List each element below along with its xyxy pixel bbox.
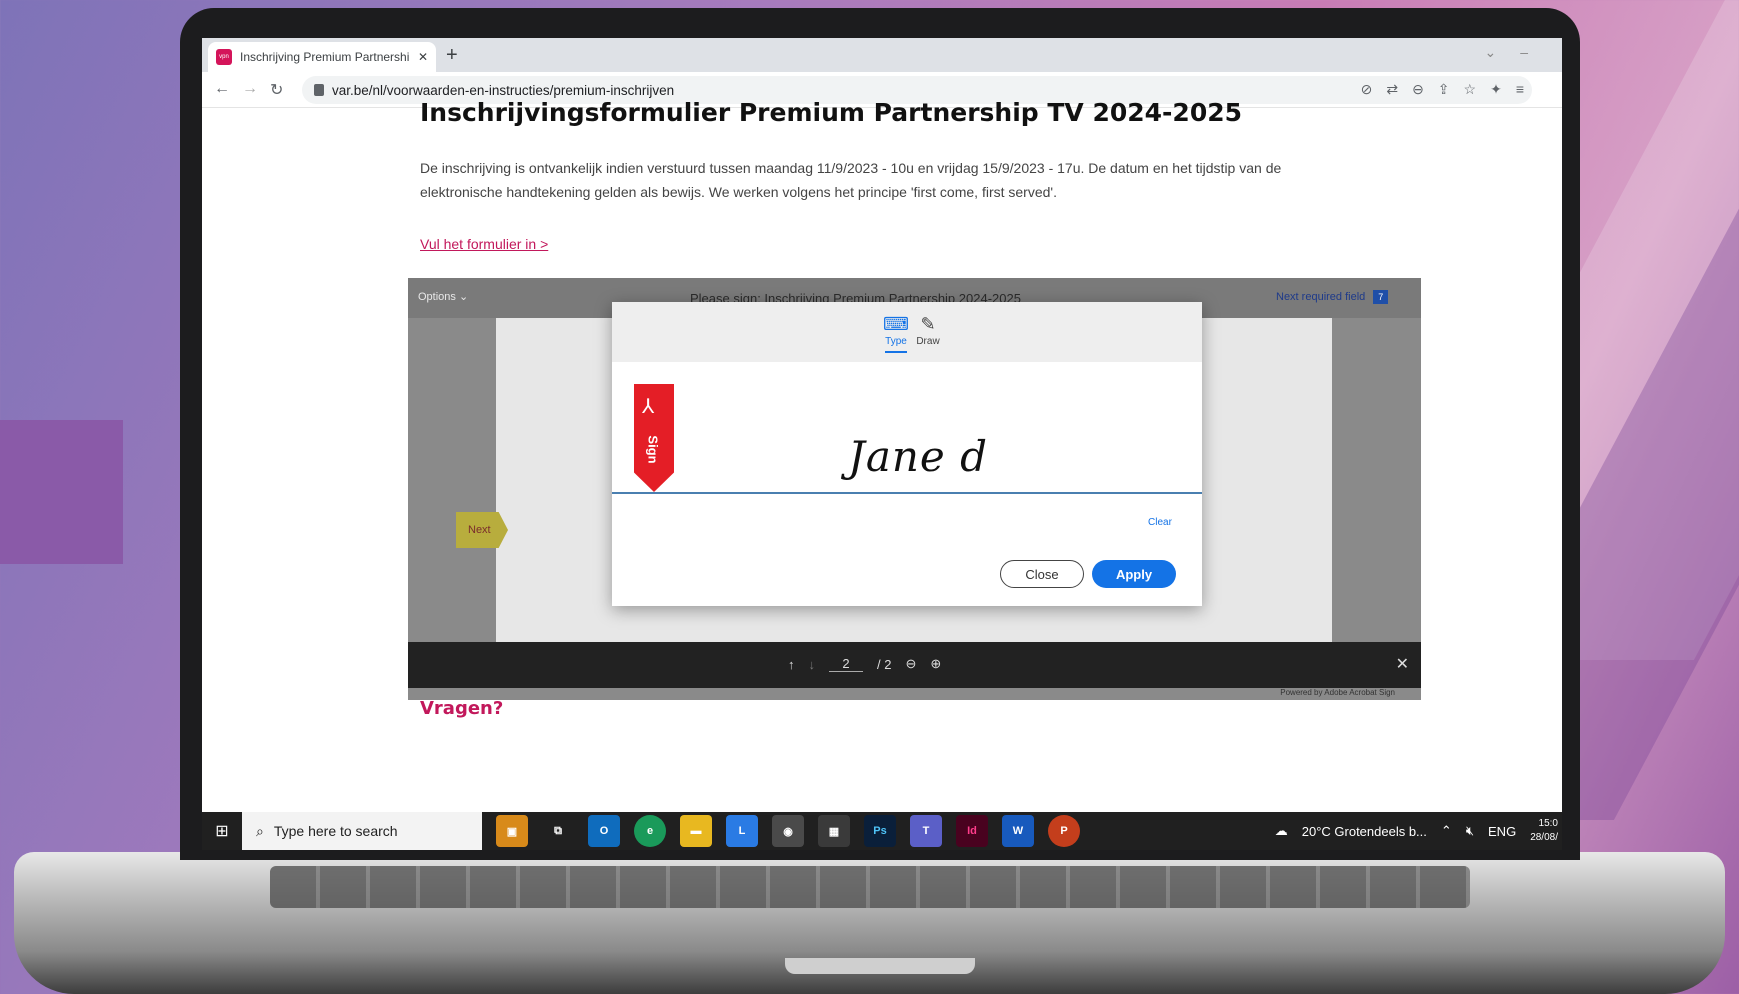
forward-icon[interactable]: → (242, 80, 258, 98)
tab-title: Inschrijving Premium Partnership (240, 50, 410, 64)
acrobat-logo-icon: ⅄ (642, 396, 655, 418)
windows-start-icon[interactable]: ⊞ (202, 821, 242, 841)
windows-taskbar: ⊞ ⌕ Type here to search ▣ ⧉ O e ▬ L ◉ ▦ … (202, 812, 1562, 850)
page-navigator: ↑ ↓ 2 / 2 ⊖ ⊕ (788, 656, 941, 672)
new-tab-button[interactable]: + (446, 44, 458, 67)
zoom-icon[interactable]: ⊖ (1412, 81, 1424, 98)
browser-tab-bar: vpn Inschrijving Premium Partnership ✕ +… (202, 38, 1562, 72)
tab-draw[interactable]: ✎ Draw (908, 314, 948, 347)
work-bag-icon[interactable]: ▣ (496, 815, 528, 847)
lock-icon (314, 84, 324, 96)
signature-dialog: ⌨ Type ✎ Draw ⅄ Sign Jane d Clear Close … (612, 302, 1202, 606)
laptop-keyboard (270, 866, 1470, 908)
options-menu[interactable]: Options ⌄ (418, 290, 468, 303)
page-number-input[interactable]: 2 (829, 656, 863, 672)
indesign-icon[interactable]: Id (956, 815, 988, 847)
reload-icon[interactable]: ↻ (270, 80, 283, 100)
language-indicator[interactable]: ENG (1488, 824, 1516, 839)
close-button[interactable]: Close (1000, 560, 1084, 588)
url-text: var.be/nl/voorwaarden-en-instructies/pre… (332, 82, 675, 98)
apply-button[interactable]: Apply (1092, 560, 1176, 588)
browser-tab[interactable]: vpn Inschrijving Premium Partnership ✕ (208, 42, 436, 72)
weather-text[interactable]: 20°C Grotendeels b... (1302, 824, 1427, 839)
file-explorer-icon[interactable]: ▬ (680, 815, 712, 847)
signature-mode-tabs: ⌨ Type ✎ Draw (612, 302, 1202, 362)
intro-text: De inschrijving is ontvankelijk indien v… (420, 160, 1282, 200)
store-icon[interactable]: ▦ (818, 815, 850, 847)
signature-input[interactable]: Jane d (848, 432, 988, 481)
zoom-in-icon[interactable]: ⊕ (930, 656, 941, 672)
powerpoint-icon[interactable]: P (1048, 815, 1080, 847)
tracking-icon[interactable]: ⊘ (1361, 81, 1373, 98)
task-view-icon[interactable]: ⧉ (542, 815, 574, 847)
page-title: Inschrijvingsformulier Premium Partnersh… (420, 98, 1243, 127)
teams-icon[interactable]: T (910, 815, 942, 847)
word-icon[interactable]: W (1002, 815, 1034, 847)
pen-icon: ✎ (920, 314, 936, 334)
zoom-out-icon[interactable]: ⊖ (905, 656, 916, 672)
translate-icon[interactable]: ⇄ (1386, 81, 1398, 98)
close-viewer-icon[interactable]: ✕ (1396, 654, 1409, 674)
sign-tag-label: Sign (645, 435, 661, 464)
taskbar-apps: ▣ ⧉ O e ▬ L ◉ ▦ Ps T Id W P (496, 815, 1080, 847)
extensions-icon[interactable]: ✦ (1490, 81, 1502, 98)
questions-heading: Vragen? (420, 698, 504, 719)
photoshop-icon[interactable]: Ps (864, 815, 896, 847)
signature-line (612, 492, 1202, 494)
weather-icon: ☁ (1274, 823, 1288, 838)
system-tray: ☁ 20°C Grotendeels b... ⌃ 🔇︎ ENG 15:0 28… (1275, 812, 1558, 850)
outlook-icon[interactable]: O (588, 815, 620, 847)
required-count-badge: 7 (1373, 290, 1389, 304)
chrome-icon[interactable]: ◉ (772, 815, 804, 847)
search-icon: ⌕ (256, 822, 264, 839)
search-placeholder: Type here to search (273, 823, 398, 839)
site-favicon-icon: vpn (216, 49, 232, 65)
window-controls[interactable]: ⌄– (1484, 44, 1552, 61)
clock-time: 15:0 (1538, 818, 1558, 829)
volume-muted-icon[interactable]: 🔇︎ (1466, 823, 1474, 839)
chevron-up-icon[interactable]: ⌃ (1441, 823, 1452, 839)
clock-date: 28/08/ (1530, 832, 1558, 843)
share-icon[interactable]: ⇪ (1438, 81, 1450, 98)
reading-list-icon[interactable]: ≡ (1516, 81, 1524, 98)
arrow-up-icon[interactable]: ↑ (788, 657, 795, 672)
laptop-screen: vpn Inschrijving Premium Partnership ✕ +… (202, 38, 1562, 850)
l-app-icon[interactable]: L (726, 815, 758, 847)
back-icon[interactable]: ← (214, 80, 230, 98)
signer-footer: ↑ ↓ 2 / 2 ⊖ ⊕ ✕ (408, 642, 1421, 688)
clock[interactable]: 15:0 28/08/ (1530, 817, 1558, 845)
fill-form-link[interactable]: Vul het formulier in > (420, 236, 548, 252)
address-bar-actions: ⊘ ⇄ ⊖ ⇪ ☆ ✦ ≡ (1361, 81, 1524, 98)
adobe-sign-tag: ⅄ Sign (634, 384, 674, 492)
powered-by: Powered by Adobe Acrobat Sign (1280, 688, 1395, 697)
tab-close-icon[interactable]: ✕ (418, 50, 428, 64)
taskbar-search[interactable]: ⌕ Type here to search (242, 812, 482, 850)
edge-icon[interactable]: e (634, 815, 666, 847)
next-field-button[interactable]: Next (456, 512, 508, 548)
next-required-field[interactable]: Next required field 7 (1276, 290, 1389, 304)
total-pages: / 2 (877, 656, 892, 672)
background-square (0, 420, 123, 564)
laptop-notch (785, 958, 975, 974)
bookmark-star-icon[interactable]: ☆ (1464, 81, 1477, 98)
clear-button[interactable]: Clear (1148, 517, 1172, 528)
arrow-down-icon[interactable]: ↓ (809, 657, 816, 672)
